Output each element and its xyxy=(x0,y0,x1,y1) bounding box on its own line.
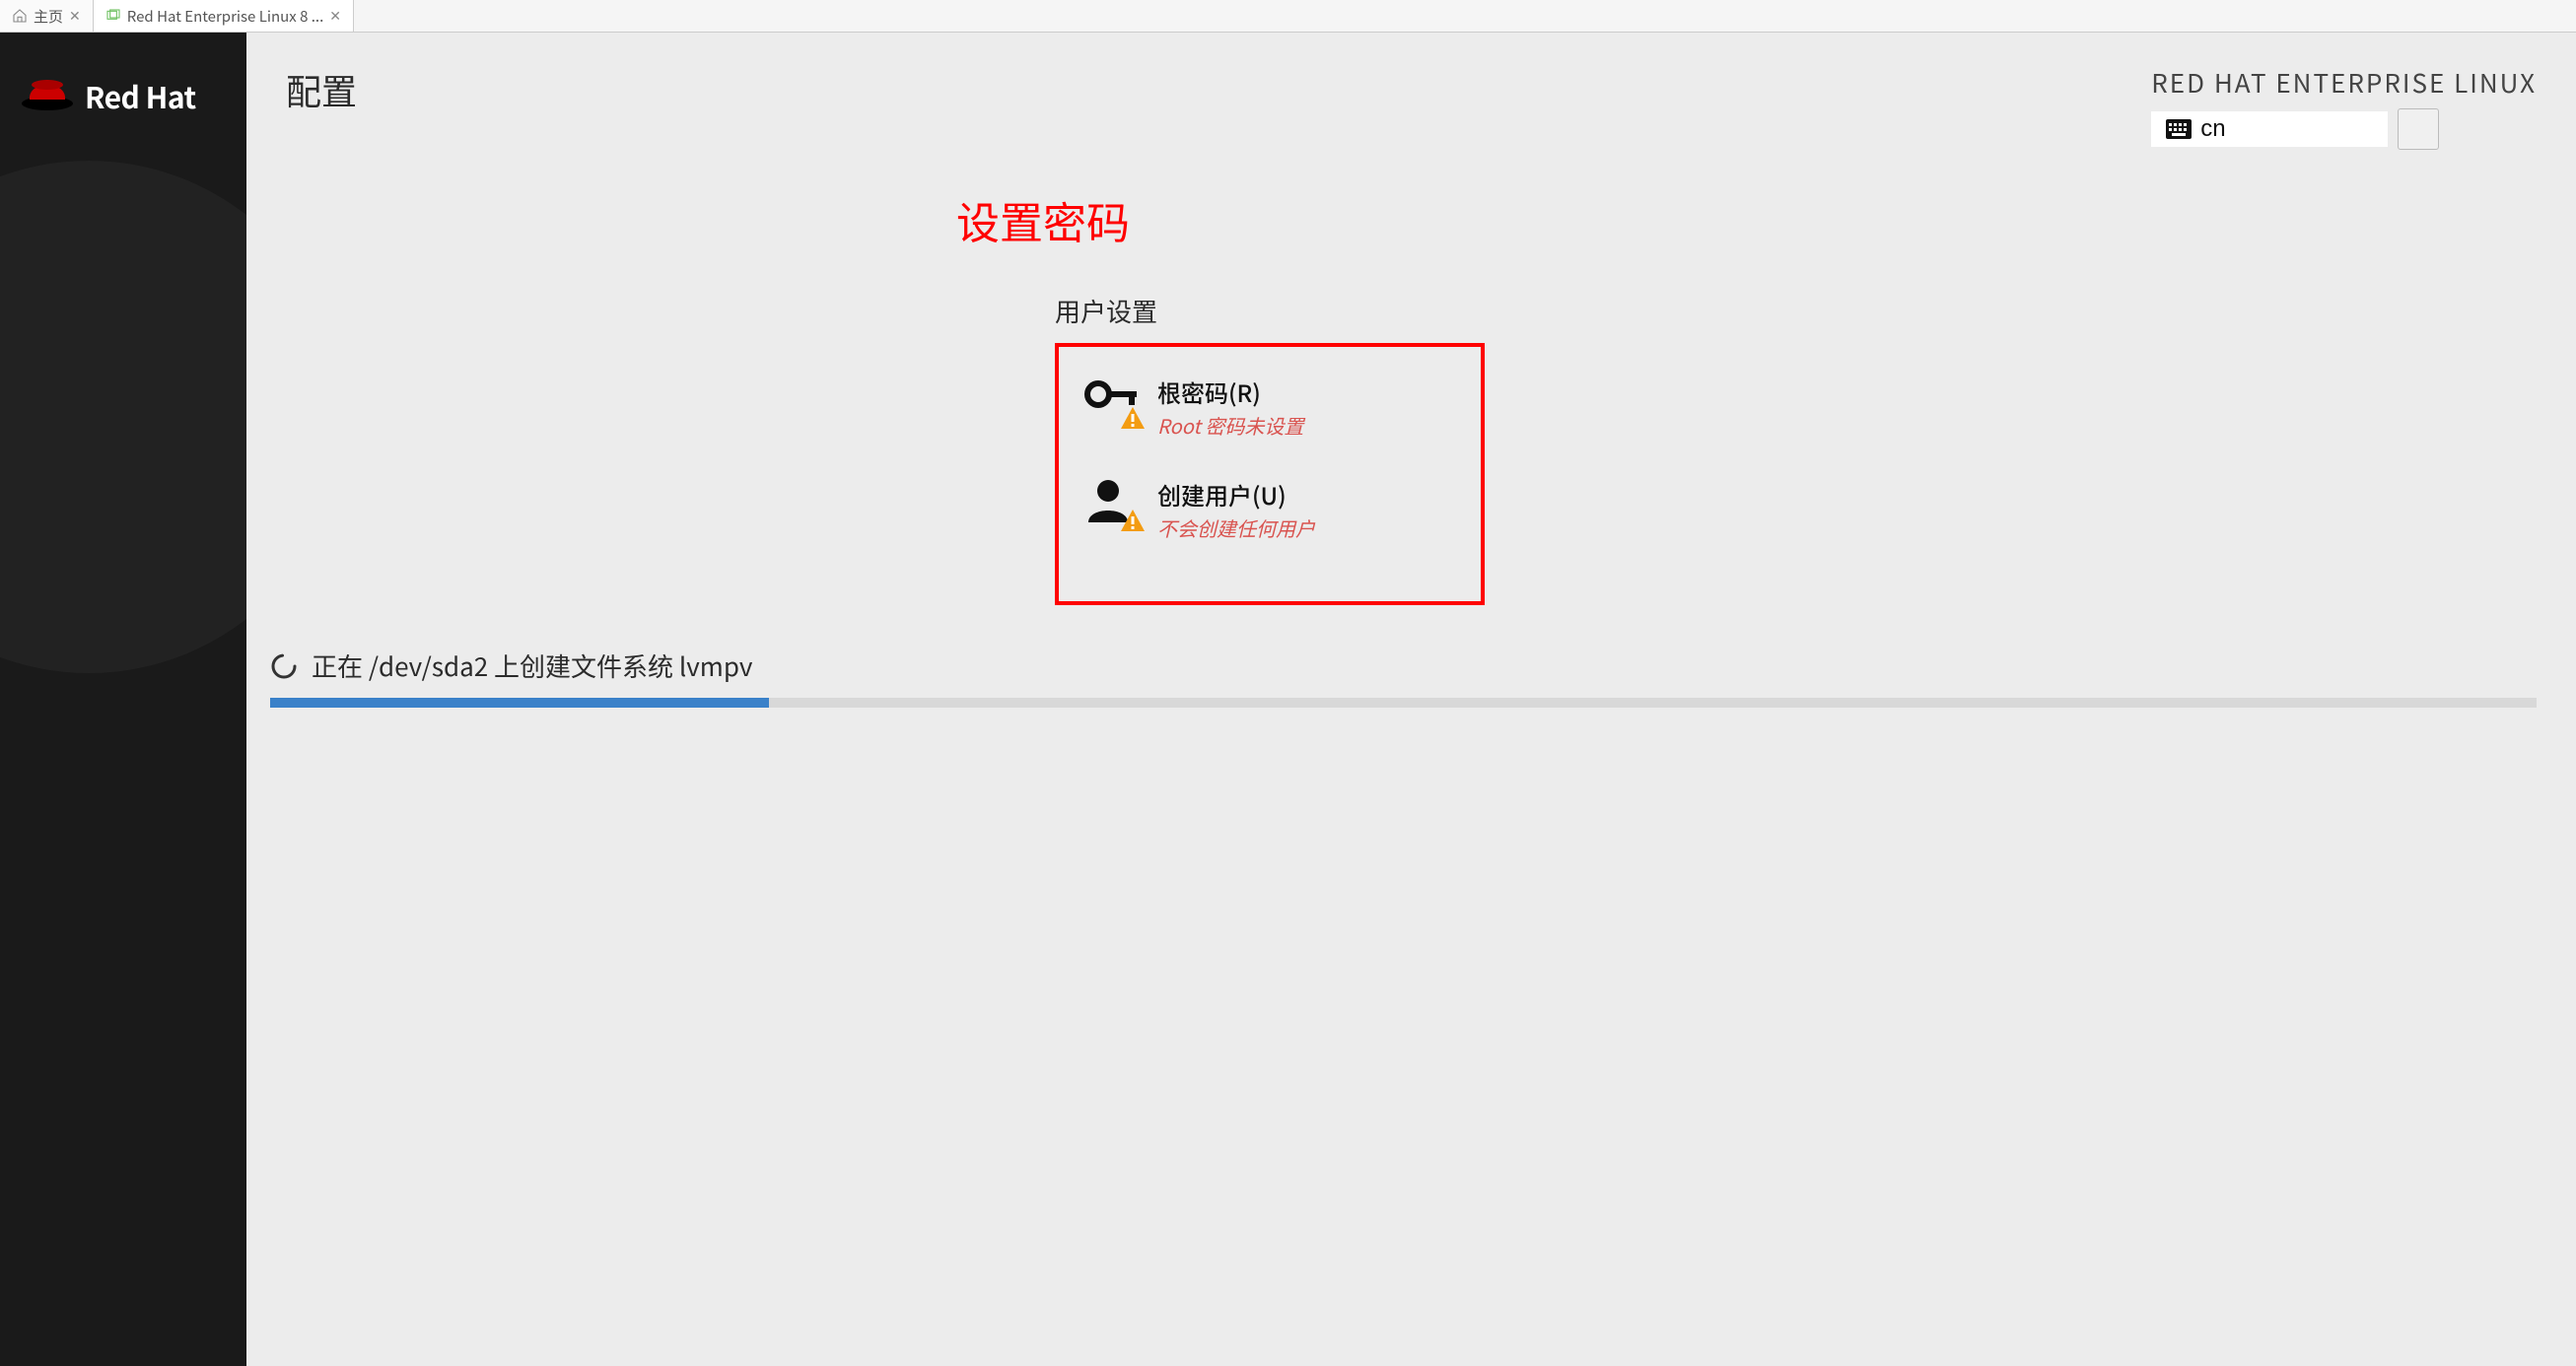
root-password-label: 根密码(R) xyxy=(1157,375,1303,409)
annotation-text: 设置密码 xyxy=(956,188,1130,251)
warning-icon xyxy=(1120,509,1146,532)
progress-fill xyxy=(270,698,769,708)
root-password-spoke[interactable]: 根密码(R) Root 密码未设置 xyxy=(1082,375,1457,440)
fedora-hat-icon xyxy=(20,72,75,118)
create-user-spoke[interactable]: 创建用户(U) 不会创建任何用户 xyxy=(1082,477,1457,542)
create-user-label: 创建用户(U) xyxy=(1157,477,1315,512)
keyboard-icon xyxy=(2165,118,2193,140)
progress-bar xyxy=(270,698,2537,708)
sidebar: Red Hat xyxy=(0,33,246,1366)
progress-area: 正在 /dev/sda2 上创建文件系统 lvmpv xyxy=(270,648,2537,708)
home-icon xyxy=(12,8,28,24)
brand-name: Red Hat xyxy=(85,74,196,117)
vm-tab-icon xyxy=(105,8,121,24)
close-icon[interactable]: ✕ xyxy=(69,6,81,26)
vm-window: Red Hat 配置 RED HAT ENTERPRISE LINUX cn xyxy=(0,33,2576,1366)
brand-logo: Red Hat xyxy=(0,33,246,118)
tab-vm[interactable]: Red Hat Enterprise Linux 8 ... ✕ xyxy=(94,0,354,32)
tab-home[interactable]: 主页 ✕ xyxy=(0,0,94,32)
tab-home-label: 主页 xyxy=(34,6,63,27)
os-title: RED HAT ENTERPRISE LINUX xyxy=(2151,64,2537,101)
keyboard-layout-button[interactable]: cn xyxy=(2151,111,2388,147)
tab-bar: 主页 ✕ Red Hat Enterprise Linux 8 ... ✕ xyxy=(0,0,2576,33)
progress-text: 正在 /dev/sda2 上创建文件系统 lvmpv xyxy=(312,648,752,684)
warning-icon xyxy=(1120,406,1146,430)
page-title: 配置 xyxy=(286,64,357,115)
root-password-status: Root 密码未设置 xyxy=(1157,411,1303,440)
keyboard-layout-label: cn xyxy=(2200,115,2225,143)
close-icon[interactable]: ✕ xyxy=(329,6,341,26)
installer-panel: 配置 RED HAT ENTERPRISE LINUX cn 设置密码 用户设置 xyxy=(246,33,2576,1366)
highlight-box: 根密码(R) Root 密码未设置 xyxy=(1055,343,1485,605)
tab-vm-label: Red Hat Enterprise Linux 8 ... xyxy=(127,6,324,27)
help-button[interactable] xyxy=(2398,108,2439,150)
create-user-status: 不会创建任何用户 xyxy=(1157,513,1315,542)
user-settings-heading: 用户设置 xyxy=(1055,293,1485,329)
background-arc xyxy=(0,161,246,673)
spinner-icon xyxy=(270,652,298,680)
